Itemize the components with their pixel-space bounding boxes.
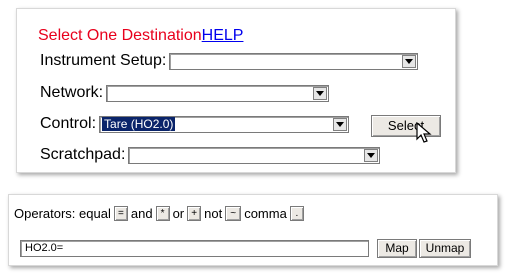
- mouse-pointer-icon: [416, 122, 432, 143]
- equal-label: equal: [79, 206, 111, 221]
- equal-operator-button[interactable]: =: [113, 206, 128, 221]
- or-operator-button[interactable]: +: [187, 206, 202, 221]
- control-select[interactable]: Tare (HO2.0): [99, 115, 350, 133]
- destination-title: Select One DestinationHELP: [38, 27, 243, 45]
- instrument-setup-select[interactable]: [169, 52, 419, 70]
- operators-label: Operators:: [14, 206, 76, 221]
- scratchpad-select[interactable]: [128, 146, 381, 164]
- control-label: Control:: [40, 115, 97, 132]
- chevron-down-icon[interactable]: [402, 54, 417, 68]
- operators-row: Operators: equal = and * or + not ~ comm…: [14, 206, 307, 221]
- comma-label: comma: [244, 206, 287, 221]
- comma-operator-button[interactable]: .: [289, 206, 304, 221]
- not-operator-button[interactable]: ~: [225, 206, 242, 221]
- instrument-setup-label: Instrument Setup:: [40, 52, 167, 69]
- map-button[interactable]: Map: [377, 239, 417, 258]
- scratchpad-label: Scratchpad:: [40, 146, 126, 163]
- chevron-down-icon[interactable]: [333, 117, 348, 131]
- network-label: Network:: [40, 84, 104, 101]
- and-operator-button[interactable]: *: [155, 206, 170, 221]
- control-row: Control: Tare (HO2.0): [40, 115, 350, 133]
- control-value: Tare (HO2.0): [102, 116, 176, 131]
- instrument-setup-row: Instrument Setup:: [40, 52, 419, 70]
- help-link[interactable]: HELP: [202, 27, 244, 44]
- unmap-button[interactable]: Unmap: [419, 239, 471, 258]
- or-label: or: [172, 206, 185, 221]
- network-select[interactable]: [106, 84, 330, 102]
- destination-title-text: Select One Destination: [38, 27, 202, 44]
- expression-input[interactable]: HO2.0=: [20, 240, 369, 257]
- chevron-down-icon[interactable]: [313, 86, 328, 100]
- scratchpad-row: Scratchpad:: [40, 146, 381, 164]
- not-label: not: [204, 206, 223, 221]
- network-row: Network:: [40, 84, 330, 102]
- and-label: and: [130, 206, 153, 221]
- chevron-down-icon[interactable]: [364, 148, 379, 162]
